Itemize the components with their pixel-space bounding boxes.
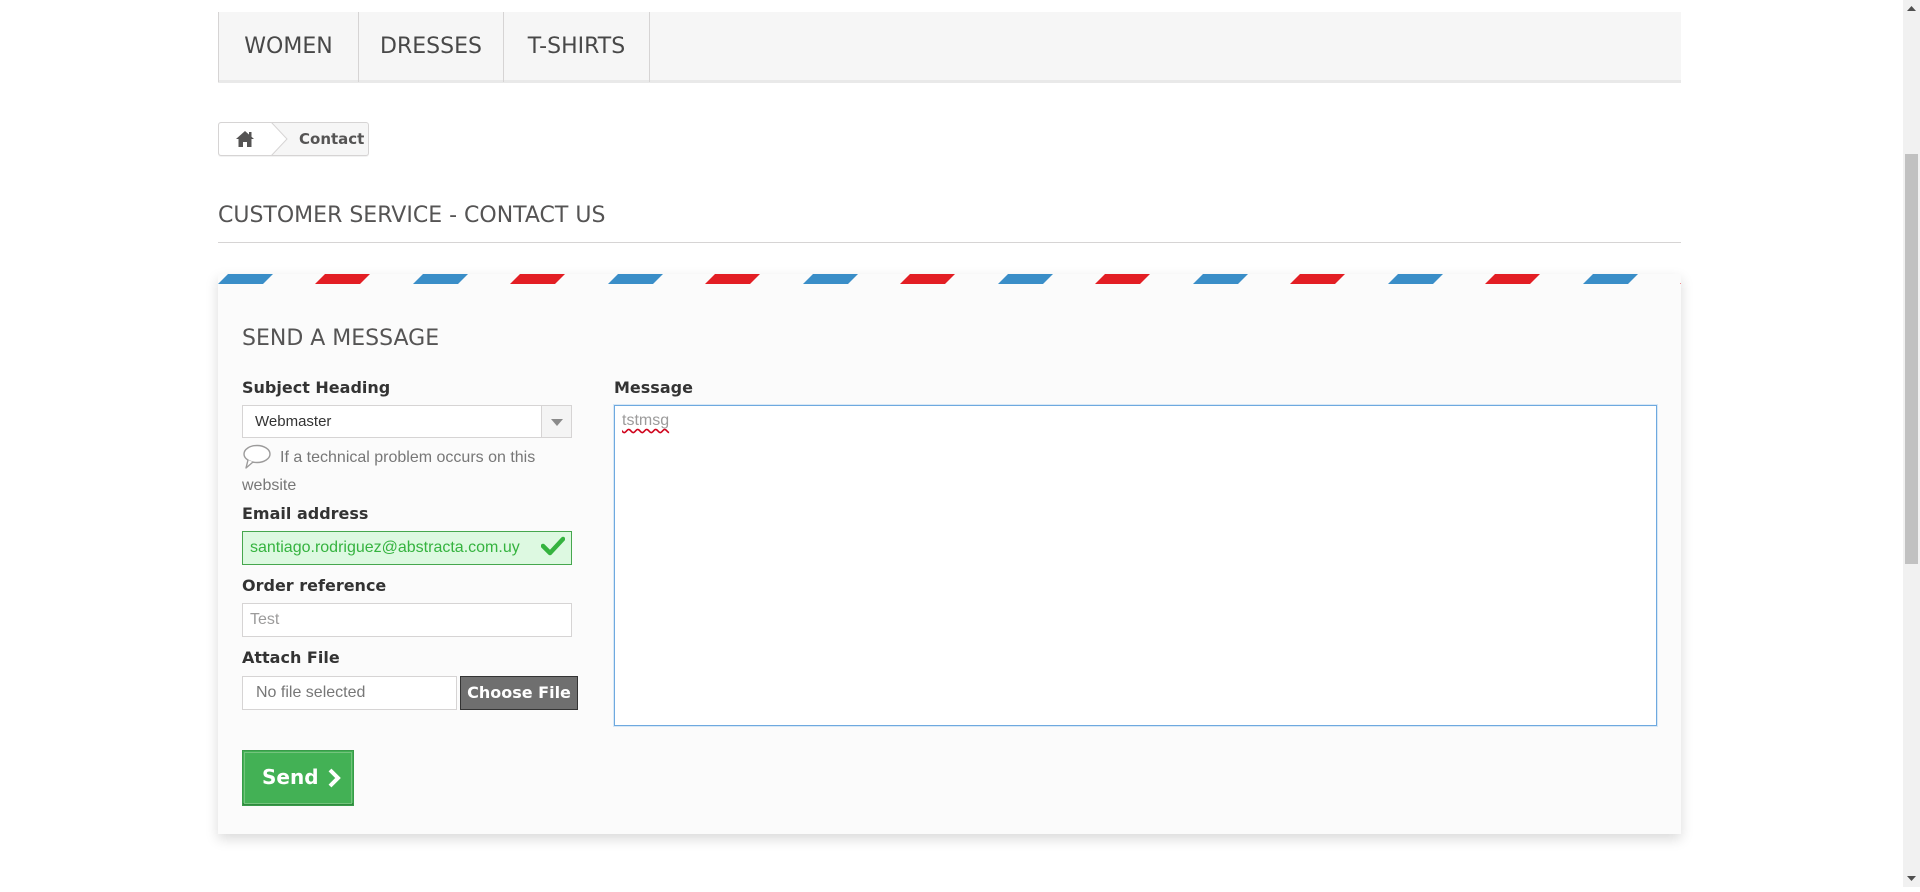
chevron-down-icon [551,419,563,426]
breadcrumb-separator [271,122,288,156]
file-name-text: No file selected [256,684,366,701]
menu-item-women[interactable]: WOMEN [218,12,359,82]
scrollbar-thumb[interactable] [1905,154,1918,564]
menu-item-tshirts[interactable]: T-SHIRTS [504,12,650,82]
breadcrumb-home-link[interactable] [219,123,272,155]
order-reference-label: Order reference [242,576,387,595]
checkmark-icon [541,536,565,556]
vertical-scrollbar[interactable] [1903,0,1920,887]
subject-selected-value: Webmaster [255,413,332,430]
send-button-label: Send [262,765,319,789]
page-title: CUSTOMER SERVICE - CONTACT US [218,203,1681,243]
file-name-field[interactable]: No file selected [242,676,457,710]
message-text: tstmsg [622,412,670,429]
breadcrumb: Contact [218,122,369,156]
scroll-up-arrow-icon[interactable] [1903,0,1920,17]
subject-dropdown-button[interactable] [541,406,571,437]
send-button[interactable]: Send [242,750,354,806]
form-heading: SEND A MESSAGE [242,326,440,351]
choose-file-button[interactable]: Choose File [460,676,578,710]
order-reference-field[interactable] [242,603,572,637]
airmail-stripes [218,274,1681,284]
breadcrumb-current: Contact [299,130,365,148]
email-field[interactable] [242,531,572,565]
email-label: Email address [242,504,369,523]
main-menu: WOMEN DRESSES T-SHIRTS [218,12,1681,83]
contact-form-box: SEND A MESSAGE Subject Heading Webmaster… [218,274,1681,834]
menu-item-dresses[interactable]: DRESSES [359,12,504,82]
chevron-right-icon [328,768,341,788]
subject-hint: If a technical problem occurs on this we… [242,449,536,494]
attach-file-label: Attach File [242,648,340,667]
message-label: Message [614,378,693,397]
home-icon [236,131,254,147]
message-textarea[interactable]: tstmsg [614,405,1657,726]
subject-select[interactable]: Webmaster [242,405,572,438]
subject-label: Subject Heading [242,378,391,397]
scroll-down-arrow-icon[interactable] [1903,870,1920,887]
